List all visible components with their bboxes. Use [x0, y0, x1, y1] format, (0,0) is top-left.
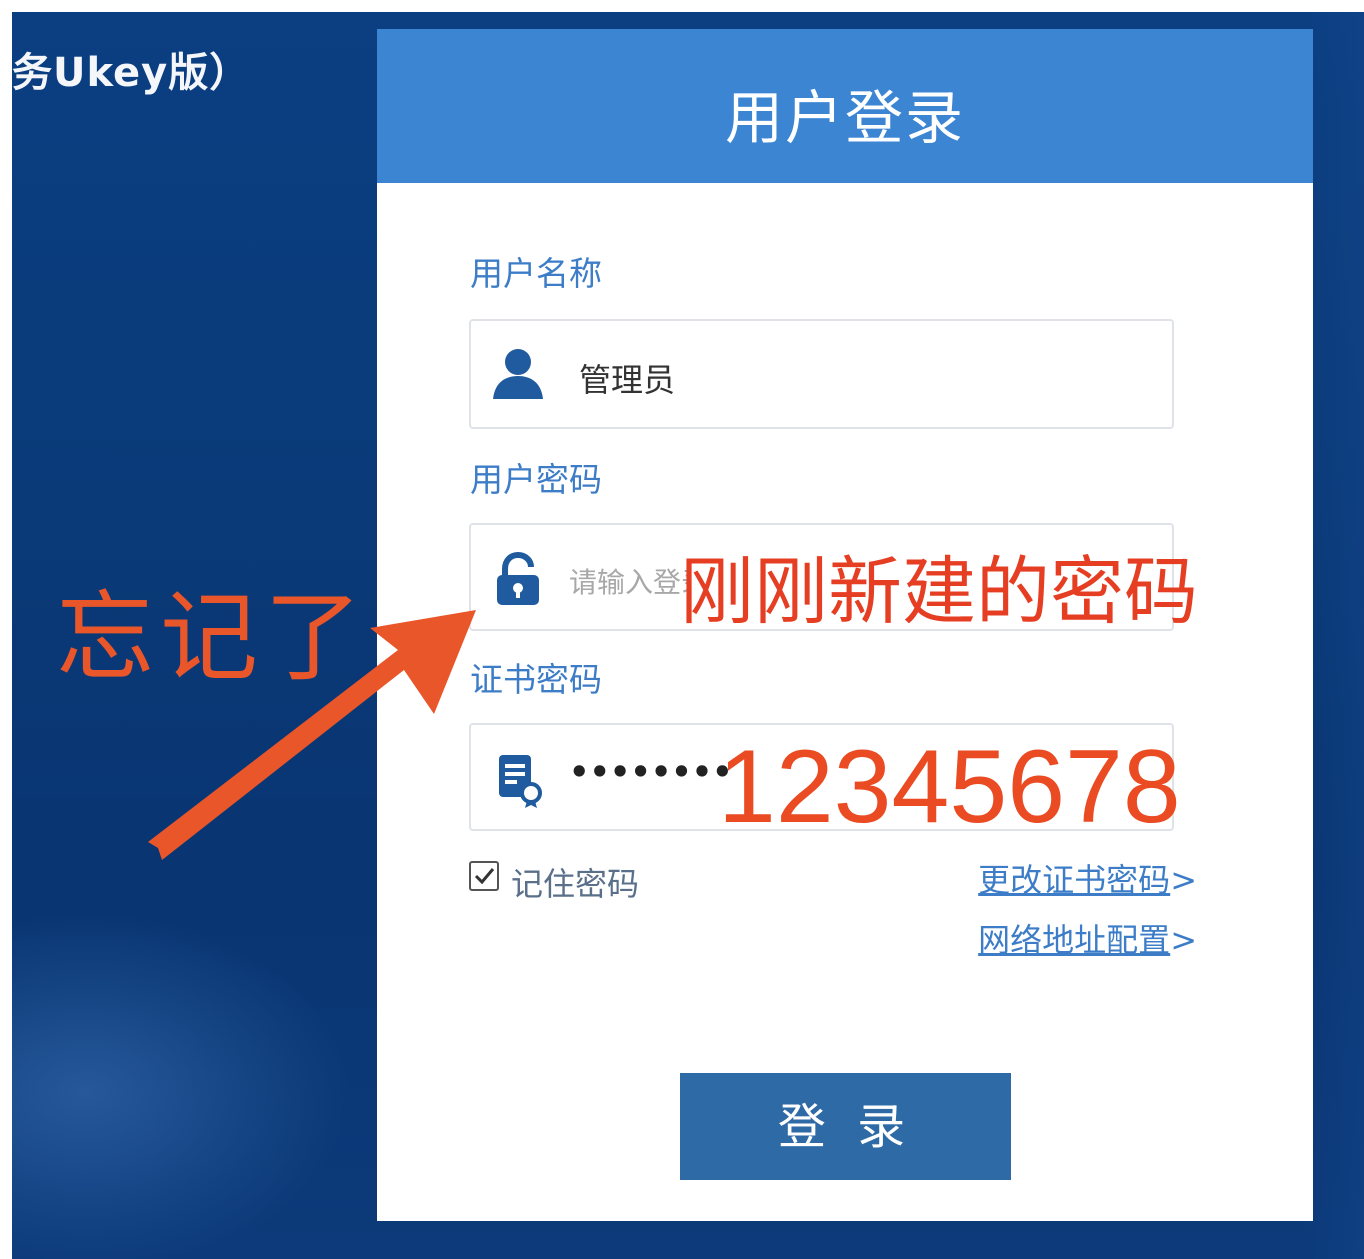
annotation-new-password-note: 刚刚新建的密码: [680, 549, 1198, 635]
annotation-forgot: 忘记了: [56, 581, 369, 695]
annotation-cert-password-note: 12345678: [718, 729, 1181, 845]
